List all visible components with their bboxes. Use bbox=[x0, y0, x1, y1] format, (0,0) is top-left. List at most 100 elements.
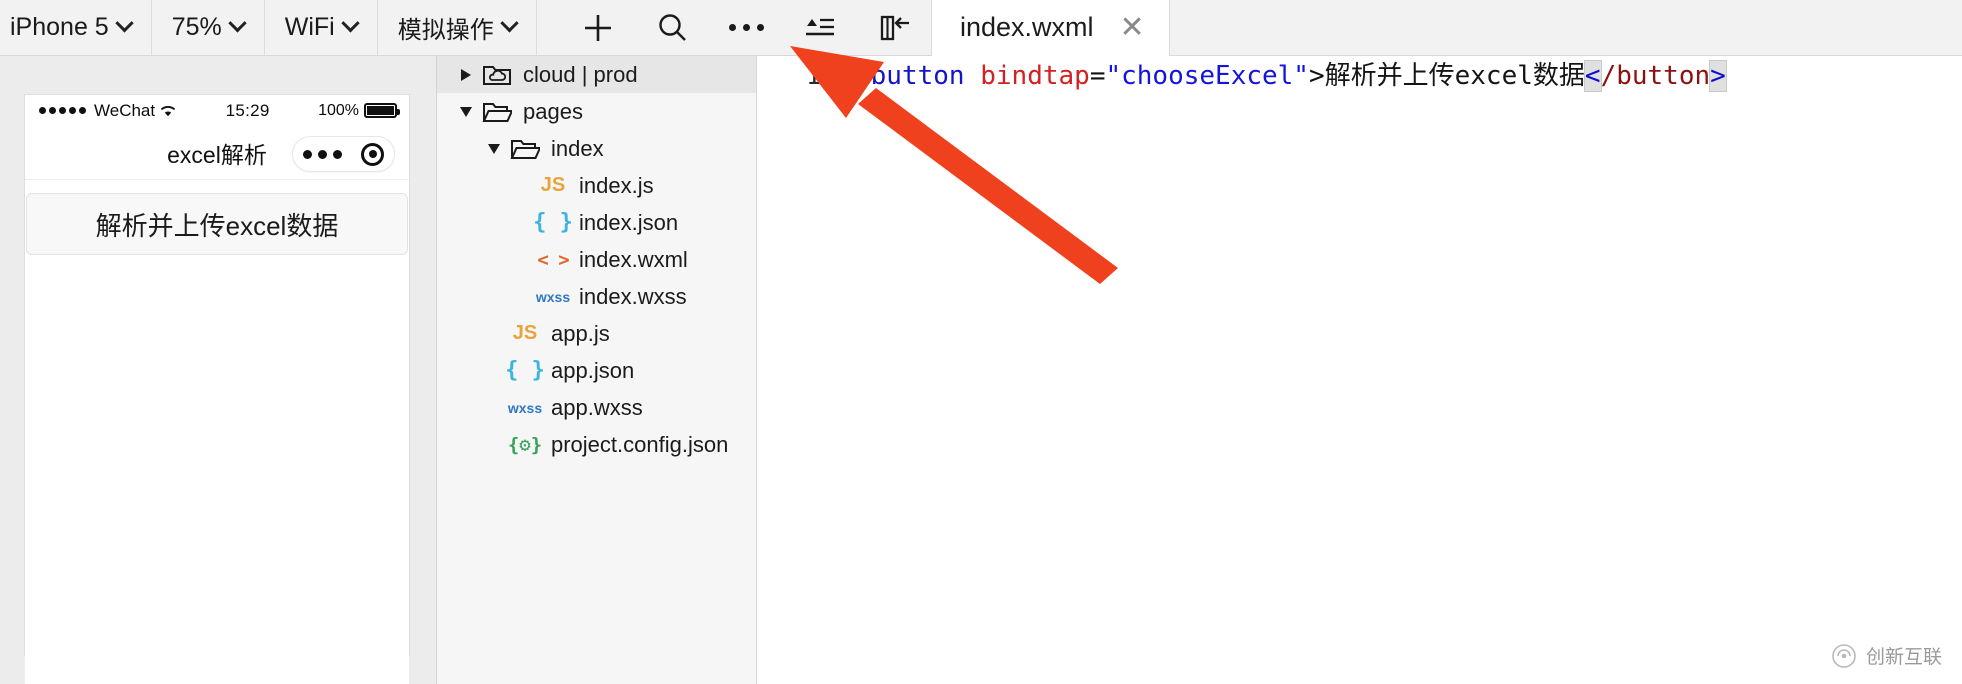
main-area: WeChat 15:29 100% excel解析 解析并上传excel数据 c… bbox=[0, 56, 1962, 684]
chevron-down-icon bbox=[341, 14, 360, 33]
code-token: < bbox=[1583, 60, 1602, 92]
carrier-label: WeChat bbox=[94, 100, 156, 120]
folder-open-icon bbox=[505, 137, 545, 161]
twisty-glyph bbox=[461, 68, 471, 81]
status-bar-left: WeChat bbox=[39, 101, 177, 121]
phone-status-bar: WeChat 15:29 100% bbox=[25, 95, 409, 126]
more-button[interactable] bbox=[709, 0, 783, 56]
brand-logo-icon bbox=[1831, 643, 1857, 669]
file-name-label: index.js bbox=[579, 172, 654, 198]
file-explorer: cloud | prod pages index JS index.js{ } index… bbox=[437, 56, 757, 684]
status-bar-time: 15:29 bbox=[225, 100, 270, 120]
more-icon bbox=[728, 24, 764, 31]
file-name-label: app.wxss bbox=[551, 394, 643, 420]
add-button[interactable] bbox=[561, 0, 635, 56]
code-editor[interactable]: 1 <button bindtap="chooseExcel">解析并上传exc… bbox=[757, 56, 1962, 684]
phone-nav-bar: excel解析 bbox=[25, 126, 409, 180]
close-icon[interactable]: ✕ bbox=[1120, 12, 1145, 43]
file-name-label: app.js bbox=[551, 320, 610, 346]
signal-dots-icon bbox=[39, 107, 86, 114]
chevron-down-icon bbox=[500, 14, 519, 33]
search-icon bbox=[659, 13, 686, 41]
compile-mode-button[interactable] bbox=[783, 0, 857, 56]
tree-row[interactable]: wxss index.wxss bbox=[437, 278, 756, 315]
collapse-panel-button[interactable] bbox=[857, 0, 931, 56]
editor-tabs: index.wxml ✕ bbox=[931, 0, 1170, 56]
tree-row[interactable]: cloud | prod bbox=[437, 56, 756, 93]
search-button[interactable] bbox=[635, 0, 709, 56]
battery-percent-label: 100% bbox=[318, 101, 359, 119]
battery-full-icon bbox=[364, 103, 400, 118]
tree-row[interactable]: { } index.json bbox=[437, 204, 756, 241]
file-name-label: index bbox=[551, 135, 604, 161]
code-token: < bbox=[855, 61, 871, 91]
network-selector[interactable]: WiFi bbox=[265, 0, 378, 55]
device-selector-label: iPhone 5 bbox=[10, 13, 109, 41]
chevron-down-icon[interactable] bbox=[483, 143, 505, 154]
twisty-glyph bbox=[460, 106, 472, 117]
json-file-icon: { } bbox=[533, 210, 573, 235]
tree-row[interactable]: {⚙} project.config.json bbox=[437, 426, 756, 463]
top-toolbar: iPhone 5 75% WiFi 模拟操作 index.wxml ✕ bbox=[0, 0, 1962, 56]
js-file-icon: JS bbox=[540, 174, 566, 196]
file-name-label: index.json bbox=[579, 209, 679, 235]
file-name-label: pages bbox=[523, 98, 583, 124]
js-file-icon: JS bbox=[512, 322, 538, 344]
target-icon[interactable] bbox=[361, 142, 385, 166]
parse-upload-excel-button[interactable]: 解析并上传excel数据 bbox=[26, 193, 408, 255]
tree-row[interactable]: pages bbox=[437, 93, 756, 130]
status-bar-right: 100% bbox=[318, 101, 400, 120]
code-token: /button bbox=[1600, 61, 1711, 91]
code-token: "chooseExcel" bbox=[1105, 61, 1309, 91]
file-name-label: project.config.json bbox=[551, 431, 729, 457]
wifi-icon bbox=[160, 105, 176, 116]
line-number: 1 bbox=[805, 61, 821, 90]
code-line-1: 1 <button bindtap="chooseExcel">解析并上传exc… bbox=[757, 56, 1962, 92]
tab-label: index.wxml bbox=[960, 12, 1094, 42]
wxml-file-icon: < > bbox=[537, 248, 569, 271]
simulate-action-selector[interactable]: 模拟操作 bbox=[378, 0, 537, 55]
code-content[interactable]: <button bindtap="chooseExcel">解析并上传excel… bbox=[833, 60, 1727, 92]
wxss-file-icon: wxss bbox=[535, 288, 571, 305]
folder-open-icon bbox=[477, 100, 517, 124]
twisty-glyph bbox=[488, 143, 500, 154]
tree-row[interactable]: JS index.js bbox=[437, 167, 756, 204]
tree-row[interactable]: JS app.js bbox=[437, 315, 756, 352]
watermark-text: 创新互联 bbox=[1865, 647, 1942, 668]
tree-row[interactable]: < > index.wxml bbox=[437, 241, 756, 278]
code-token: = bbox=[1089, 61, 1106, 91]
parse-upload-excel-label: 解析并上传excel数据 bbox=[95, 210, 339, 241]
editor-toolbar: index.wxml ✕ bbox=[547, 0, 1962, 56]
ellipsis-icon[interactable] bbox=[302, 149, 342, 159]
cloud-folder-icon bbox=[477, 63, 517, 87]
wechat-capsule[interactable] bbox=[292, 136, 395, 172]
file-name-label: app.json bbox=[551, 357, 635, 383]
chevron-right-icon[interactable] bbox=[455, 68, 477, 81]
tree-row[interactable]: index bbox=[437, 130, 756, 167]
code-token: > bbox=[1709, 60, 1727, 92]
tree-row[interactable]: { } app.json bbox=[437, 352, 756, 389]
simulator-panel: WeChat 15:29 100% excel解析 解析并上传excel数据 bbox=[0, 56, 437, 684]
code-token: > bbox=[1308, 61, 1325, 91]
config-file-icon: {⚙} bbox=[507, 433, 543, 456]
code-token: 解析并上传excel数据 bbox=[1324, 61, 1585, 91]
network-selector-label: WiFi bbox=[284, 13, 335, 41]
chevron-down-icon[interactable] bbox=[455, 106, 477, 117]
zoom-selector[interactable]: 75% bbox=[152, 0, 265, 55]
miniprogram-devtools-window: iPhone 5 75% WiFi 模拟操作 index.wxml ✕ WeCh… bbox=[0, 0, 1962, 684]
file-name-label: cloud | prod bbox=[523, 61, 638, 87]
wxss-file-icon: wxss bbox=[507, 399, 543, 416]
file-name-label: index.wxml bbox=[579, 246, 688, 272]
simulator-toolbar: iPhone 5 75% WiFi 模拟操作 bbox=[0, 0, 547, 55]
tab-index-wxml[interactable]: index.wxml ✕ bbox=[931, 0, 1170, 56]
device-selector[interactable]: iPhone 5 bbox=[0, 0, 152, 55]
compile-mode-icon bbox=[806, 18, 834, 35]
collapse-panel-icon bbox=[880, 15, 909, 40]
phone-frame: WeChat 15:29 100% excel解析 解析并上传excel数据 bbox=[25, 95, 409, 684]
tree-row[interactable]: wxss app.wxss bbox=[437, 389, 756, 426]
add-icon bbox=[585, 14, 611, 41]
zoom-selector-label: 75% bbox=[171, 13, 222, 41]
phone-page-body bbox=[25, 255, 409, 684]
